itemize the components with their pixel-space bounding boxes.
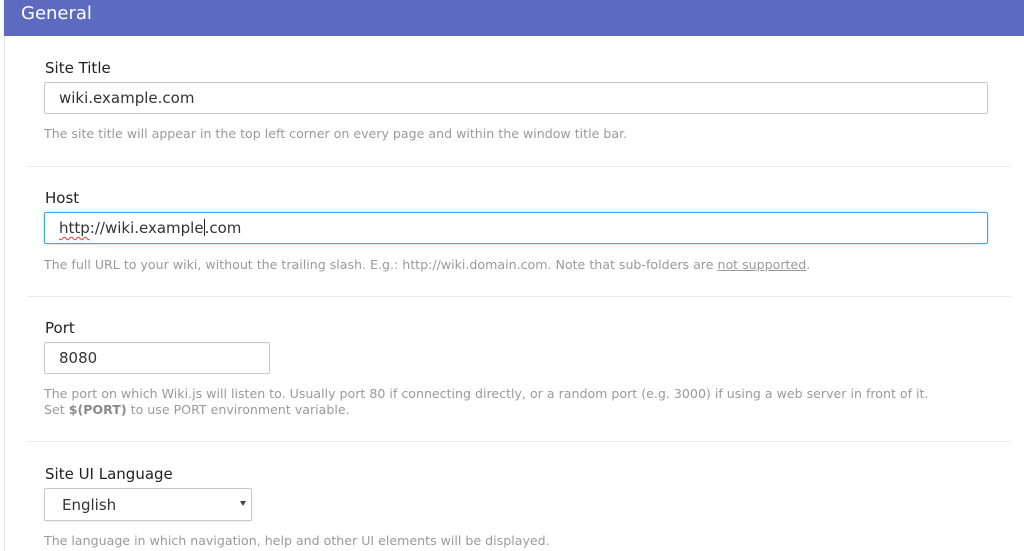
port-help-text: Set (44, 402, 69, 417)
host-section: Host http://wiki.example.com The full UR… (27, 167, 1011, 296)
not-supported-link[interactable]: not supported (717, 257, 806, 272)
site-title-help: The site title will appear in the top le… (44, 126, 628, 141)
caret-down-icon (240, 501, 246, 506)
port-help-line-2: Set $(PORT) to use PORT environment vari… (44, 402, 350, 418)
language-label: Site UI Language (45, 465, 173, 483)
language-select[interactable]: English (44, 488, 252, 521)
port-env-token: $(PORT) (68, 402, 127, 417)
host-input[interactable]: http://wiki.example.com (44, 212, 988, 244)
port-help-line-1: The port on which Wiki.js will listen to… (44, 386, 929, 401)
host-label: Host (45, 189, 80, 207)
language-selected-value: English (62, 496, 117, 514)
host-help-text: The full URL to your wiki, without the t… (44, 257, 718, 272)
language-section: Site UI Language English The language in… (27, 442, 1011, 551)
port-help-text-end: to use PORT environment variable. (126, 402, 350, 417)
port-label: Port (45, 319, 75, 337)
section-title: General (21, 3, 92, 24)
host-help-end: . (806, 257, 811, 272)
language-help: The language in which navigation, help a… (44, 533, 550, 548)
host-input-text: ://wiki.example (89, 219, 204, 237)
site-title-label: Site Title (45, 59, 111, 77)
port-input[interactable]: 8080 (44, 342, 270, 374)
settings-page: General Site Title wiki.example.com The … (0, 0, 1024, 551)
host-help: The full URL to your wiki, without the t… (44, 257, 810, 273)
site-title-input[interactable]: wiki.example.com (44, 82, 988, 114)
section-header: General (4, 0, 1024, 36)
port-section: Port 8080 The port on which Wiki.js will… (27, 297, 1011, 441)
site-title-section: Site Title wiki.example.com The site tit… (27, 36, 1011, 166)
spellcheck-word: http (59, 219, 90, 237)
settings-panel: Site Title wiki.example.com The site tit… (4, 36, 1024, 551)
host-input-text-end: .com (204, 219, 242, 237)
